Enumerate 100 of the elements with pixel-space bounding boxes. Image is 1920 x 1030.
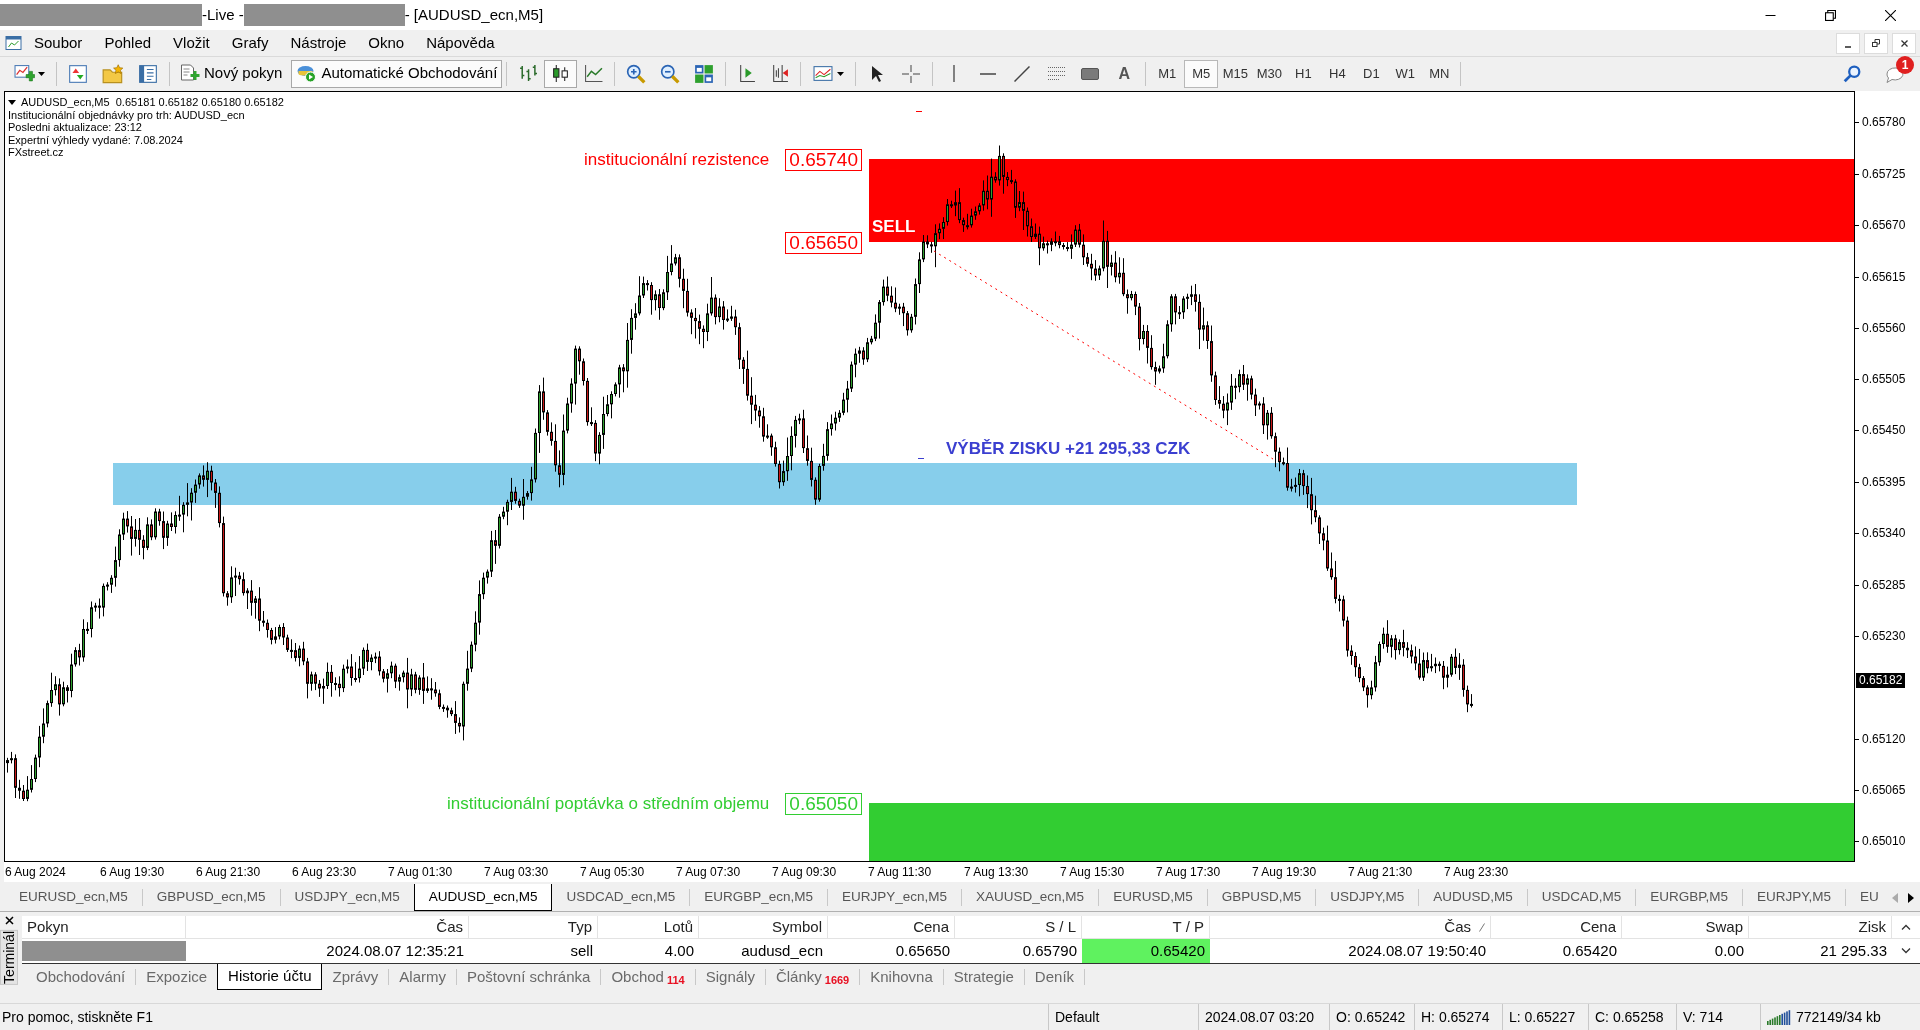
chart-tab[interactable]: EU: [1846, 884, 1886, 911]
column-header[interactable]: Symbol: [699, 916, 828, 938]
panel-tab[interactable]: Deník: [1024, 964, 1085, 990]
price-label: 0.65505: [1862, 372, 1906, 386]
minimize-button[interactable]: [1836, 32, 1860, 54]
chart-window-icon: [5, 35, 22, 51]
time-label: 7 Aug 15:30: [1060, 864, 1125, 881]
price-label: 0.65670: [1862, 218, 1906, 232]
price-label: 0.65010: [1862, 834, 1906, 848]
column-header[interactable]: Swap: [1622, 916, 1749, 938]
timeframe-button[interactable]: H4: [1320, 59, 1355, 88]
close-button[interactable]: [4, 916, 14, 925]
window-title: -Live -: [202, 4, 244, 25]
window-arrows-icon: [68, 63, 88, 84]
menu-item[interactable]: Soubor: [23, 31, 94, 55]
chart-tab[interactable]: GBPUSD_ecn,M5: [142, 884, 280, 911]
panel-tab[interactable]: Poštovní schránka: [457, 964, 601, 990]
chart-info-text: AUDUSD_ecn,M5 0.65181 0.65182 0.65180 0.65182: [21, 96, 284, 109]
chart-tab[interactable]: EURJPY,M5: [1743, 884, 1846, 911]
chart-tab[interactable]: EURUSD_ecn,M5: [5, 884, 142, 911]
chart-tab[interactable]: AUDUSD,M5: [1419, 884, 1527, 911]
chart-plus-icon: [13, 64, 35, 83]
column-header[interactable]: Čas: [1210, 916, 1491, 938]
menu-item[interactable]: Nástroje: [279, 31, 358, 55]
price-label: 0.65450: [1862, 423, 1906, 437]
chart-tab[interactable]: GBPUSD,M5: [1207, 884, 1316, 911]
menu-item[interactable]: Nápověda: [415, 31, 506, 55]
column-header[interactable]: Čas: [186, 916, 469, 938]
time-label: 6 Aug 23:30: [292, 864, 357, 881]
chart-tab[interactable]: AUDUSD_ecn,M5: [413, 884, 553, 911]
sell-label: SELL: [872, 216, 916, 238]
timeframe-button[interactable]: M5: [1184, 59, 1219, 88]
chart-tab[interactable]: EURGBP,M5: [1636, 884, 1742, 911]
chart-tab[interactable]: EURGBP_ecn,M5: [690, 884, 828, 911]
horizontal-line-icon: [980, 72, 997, 75]
timeframe-button[interactable]: M15: [1218, 59, 1253, 88]
timeframe-button[interactable]: MN: [1422, 59, 1457, 88]
text-tool-button[interactable]: A: [1107, 59, 1142, 88]
scroll-right-button[interactable]: [1908, 892, 1914, 903]
chart-tab[interactable]: XAUUSD_ecn,M5: [962, 884, 1099, 911]
timeframe-button[interactable]: D1: [1354, 59, 1389, 88]
menu-item[interactable]: Grafy: [220, 31, 280, 55]
collapse-triangle-icon: [8, 99, 16, 105]
panel-tab[interactable]: Expozice: [136, 964, 218, 990]
menu-item[interactable]: Vložit: [162, 31, 221, 55]
chart-tab[interactable]: EURUSD,M5: [1099, 884, 1207, 911]
timeframe-button[interactable]: H1: [1286, 59, 1321, 88]
column-header[interactable]: Cena: [828, 916, 955, 938]
tile-windows-icon: [694, 63, 715, 84]
panel-tab[interactable]: Knihovna: [860, 964, 943, 990]
high-value: H: 0.65274: [1421, 1007, 1490, 1027]
caret-down-icon: [1901, 948, 1911, 954]
panel-tab[interactable]: Zprávy: [322, 964, 389, 990]
chart-tab[interactable]: USDCAD,M5: [1527, 884, 1636, 911]
help-text: Pro pomoc, stiskněte F1: [1, 1007, 154, 1027]
minimize-icon: [1764, 14, 1776, 16]
folder-star-icon: [102, 63, 124, 84]
ohlc-bars-icon: [518, 64, 538, 83]
menu-item[interactable]: Pohled: [93, 31, 163, 55]
column-header[interactable]: Typ: [469, 916, 598, 938]
restore-button[interactable]: [1864, 32, 1888, 54]
chart-shift-icon: [770, 64, 790, 83]
dash-marker: [916, 111, 922, 112]
column-header[interactable]: Cena: [1491, 916, 1622, 938]
search-icon: [1843, 64, 1861, 83]
panel-tab[interactable]: Strategie: [943, 964, 1024, 990]
new-order-button[interactable]: Nový pokyn: [174, 59, 288, 88]
dotted-lines-icon: [1047, 66, 1065, 81]
auto-trading-button[interactable]: Automatické Obchodování: [291, 59, 503, 88]
column-header[interactable]: S / L: [955, 916, 1082, 938]
chart-tab[interactable]: USDCAD_ecn,M5: [552, 884, 690, 911]
close-icon: [4, 916, 14, 925]
column-header[interactable]: Pokyn: [22, 916, 186, 938]
caret-icon: [38, 71, 45, 76]
time-label: 7 Aug 05:30: [580, 864, 645, 881]
profile-label: Default: [1055, 1007, 1100, 1027]
menu-item[interactable]: Okno: [357, 31, 416, 55]
price-tag: 0.65050: [785, 793, 862, 815]
profit-label: VÝBĚR ZISKU +21 295,33 CZK: [946, 438, 1191, 460]
panel-tab[interactable]: Signály: [695, 964, 765, 990]
restore-icon: [1872, 39, 1880, 47]
chart-tab[interactable]: USDJPY_ecn,M5: [280, 884, 414, 911]
panel-tab[interactable]: Obchodování: [26, 964, 136, 990]
chart-tab[interactable]: USDJPY,M5: [1316, 884, 1419, 911]
chart-tab[interactable]: EURJPY_ecn,M5: [828, 884, 962, 911]
panel-tab[interactable]: Historie účtu: [217, 964, 323, 990]
panel-tab[interactable]: Alarmy: [389, 964, 456, 990]
panel-title: Terminál: [0, 930, 18, 985]
timeframe-button[interactable]: W1: [1388, 59, 1423, 88]
time-label: 7 Aug 21:30: [1348, 864, 1413, 881]
candlestick-button[interactable]: [544, 59, 578, 88]
close-value: C: 0.65258: [1595, 1007, 1664, 1027]
document-plus-icon: [179, 64, 200, 83]
column-header[interactable]: T / P: [1082, 916, 1210, 938]
chart-info-text: Posledni aktualizace: 23:12: [8, 121, 143, 134]
close-icon: [1900, 39, 1908, 47]
timeframe-button[interactable]: M30: [1252, 59, 1287, 88]
column-header[interactable]: Lotů: [598, 916, 699, 938]
timeframe-button[interactable]: M1: [1150, 59, 1185, 88]
column-header[interactable]: Zisk: [1749, 916, 1892, 938]
